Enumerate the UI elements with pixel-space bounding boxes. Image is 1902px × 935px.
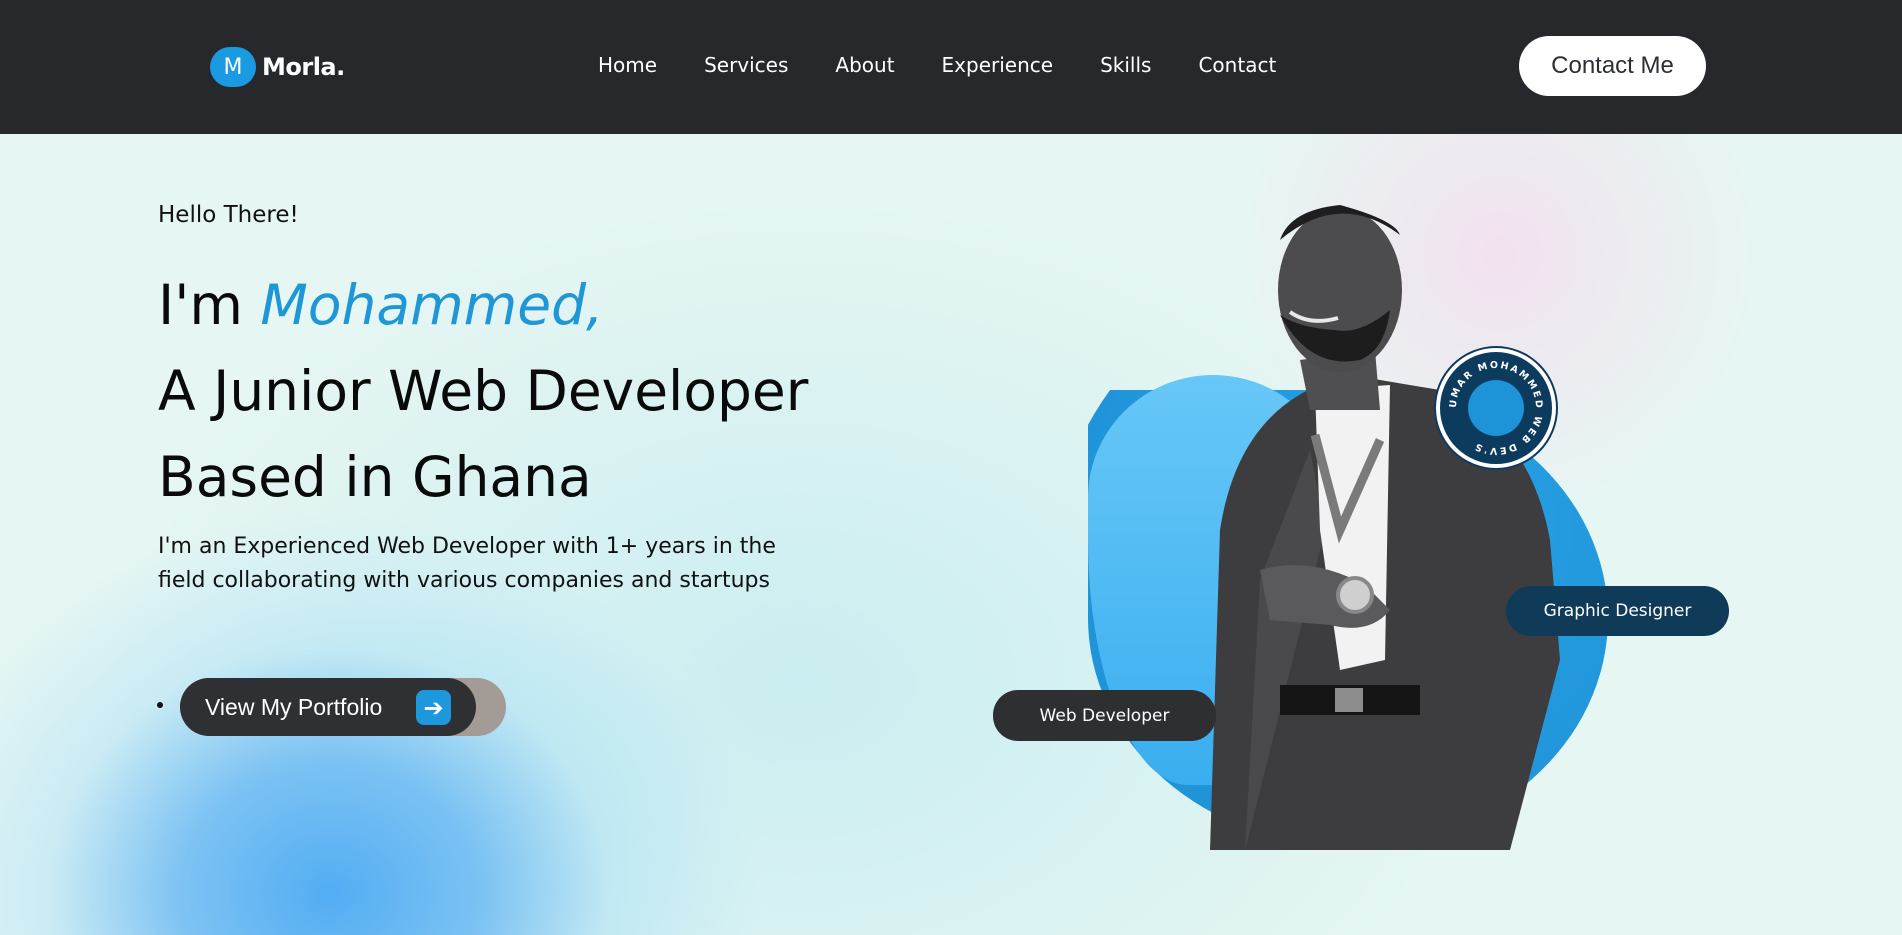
headline-line-1: I'm Mohammed, xyxy=(158,262,808,348)
nav-experience[interactable]: Experience xyxy=(942,53,1054,77)
portfolio-button-label: View My Portfolio xyxy=(205,693,383,720)
logo[interactable]: M Morla. xyxy=(210,47,345,87)
nav-contact[interactable]: Contact xyxy=(1198,53,1276,77)
nav-skills[interactable]: Skills xyxy=(1100,53,1151,77)
intro-line-2: field collaborating with various compani… xyxy=(158,568,770,593)
nav-about[interactable]: About xyxy=(835,53,894,77)
site-header: M Morla. Home Services About Experience … xyxy=(0,0,1902,134)
main-nav: Home Services About Experience Skills Co… xyxy=(598,53,1323,77)
hero-intro: I'm an Experienced Web Developer with 1+… xyxy=(158,530,798,598)
headline-prefix: I'm xyxy=(158,273,261,337)
hero-headline: I'm Mohammed, A Junior Web Developer Bas… xyxy=(158,262,808,520)
intro-line-1: I'm an Experienced Web Developer with 1+… xyxy=(158,534,776,559)
nav-home[interactable]: Home xyxy=(598,53,657,77)
nav-services[interactable]: Services xyxy=(704,53,788,77)
hero-greeting: Hello There! xyxy=(158,202,299,228)
list-bullet xyxy=(157,702,163,708)
logo-mark-icon: M xyxy=(210,47,256,87)
badge-center xyxy=(1468,380,1524,436)
headline-line-2: A Junior Web Developer xyxy=(158,359,809,423)
portrait-photo xyxy=(1210,205,1560,850)
headline-line-3: Based in Ghana xyxy=(158,445,592,509)
contact-me-button[interactable]: Contact Me xyxy=(1519,36,1706,96)
tag-graphic-designer: Graphic Designer xyxy=(1506,586,1729,636)
arrow-right-icon[interactable]: ➔ xyxy=(416,690,451,725)
headline-name: Mohammed, xyxy=(260,273,604,337)
circular-badge-icon: UMAR MOHAMMED WEB DEV'S xyxy=(1436,348,1556,468)
tag-web-developer: Web Developer xyxy=(993,690,1216,741)
logo-text: Morla. xyxy=(262,53,345,81)
